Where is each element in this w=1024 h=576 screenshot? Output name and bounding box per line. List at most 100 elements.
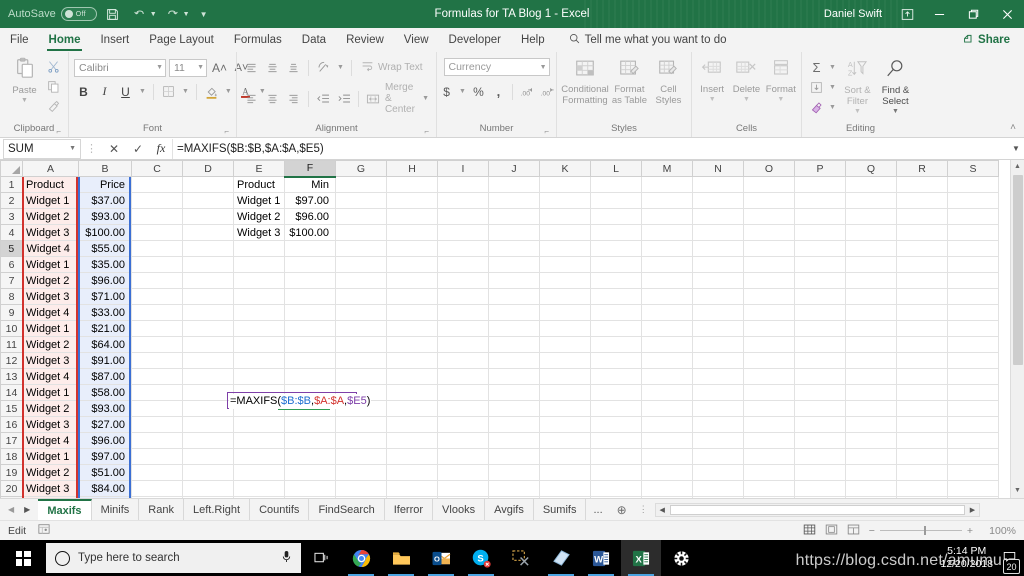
- cell-S11[interactable]: [947, 336, 999, 353]
- sheet-tab-sumifs[interactable]: Sumifs: [534, 499, 587, 520]
- cell-E8[interactable]: [233, 288, 285, 305]
- cell-F16[interactable]: [284, 416, 336, 433]
- cell-R17[interactable]: [896, 432, 948, 449]
- cell-S21[interactable]: [947, 496, 999, 498]
- cell-O15[interactable]: [743, 400, 795, 417]
- previous-sheet-icon[interactable]: ◀: [8, 505, 14, 514]
- cell-O2[interactable]: [743, 192, 795, 209]
- cell-C9[interactable]: [131, 304, 183, 321]
- cell-M15[interactable]: [641, 400, 693, 417]
- row-header-16[interactable]: 16: [0, 416, 23, 433]
- cell-N21[interactable]: [692, 496, 744, 498]
- cell-J2[interactable]: [488, 192, 540, 209]
- cell-P6[interactable]: [794, 256, 846, 273]
- row-header-21[interactable]: 21: [0, 496, 23, 498]
- sort-filter-button[interactable]: AZ Sort & Filter ▼: [839, 56, 876, 116]
- row-header-6[interactable]: 6: [0, 256, 23, 273]
- cell-F11[interactable]: [284, 336, 336, 353]
- cell-B1[interactable]: Price: [78, 176, 132, 193]
- column-header-b[interactable]: B: [78, 160, 132, 177]
- taskbar-clock[interactable]: 5:14 PM 12/20/2018: [940, 545, 1003, 571]
- cell-C1[interactable]: [131, 176, 183, 193]
- cell-H12[interactable]: [386, 352, 438, 369]
- cell-I12[interactable]: [437, 352, 489, 369]
- column-header-e[interactable]: E: [233, 160, 285, 177]
- number-dialog-launcher-icon[interactable]: ⌐: [544, 127, 549, 136]
- tab-split-handle[interactable]: ⋮: [634, 499, 653, 520]
- column-header-r[interactable]: R: [896, 160, 948, 177]
- cell-M14[interactable]: [641, 384, 693, 401]
- cell-J14[interactable]: [488, 384, 540, 401]
- cell-P1[interactable]: [794, 176, 846, 193]
- cell-K11[interactable]: [539, 336, 591, 353]
- cell-E2[interactable]: Widget 1: [233, 192, 285, 209]
- sheet-tab-avgifs[interactable]: Avgifs: [485, 499, 534, 520]
- cell-A10[interactable]: Widget 1: [22, 320, 79, 337]
- cell-Q6[interactable]: [845, 256, 897, 273]
- cell-M1[interactable]: [641, 176, 693, 193]
- cell-M18[interactable]: [641, 448, 693, 465]
- zoom-slider[interactable]: − +: [869, 525, 973, 537]
- cell-N19[interactable]: [692, 464, 744, 481]
- name-box[interactable]: SUM ▼: [3, 138, 81, 159]
- cell-Q10[interactable]: [845, 320, 897, 337]
- cell-J11[interactable]: [488, 336, 540, 353]
- cell-L1[interactable]: [590, 176, 642, 193]
- cell-N12[interactable]: [692, 352, 744, 369]
- cell-R9[interactable]: [896, 304, 948, 321]
- cell-K15[interactable]: [539, 400, 591, 417]
- cell-B10[interactable]: $21.00: [78, 320, 132, 337]
- chrome-icon[interactable]: [341, 540, 381, 576]
- orientation-dropdown-icon[interactable]: ▼: [335, 64, 346, 71]
- autosave-toggle[interactable]: AutoSave Off: [8, 7, 97, 21]
- cell-R16[interactable]: [896, 416, 948, 433]
- cell-J3[interactable]: [488, 208, 540, 225]
- cell-O4[interactable]: [743, 224, 795, 241]
- column-header-k[interactable]: K: [539, 160, 591, 177]
- cell-G6[interactable]: [335, 256, 387, 273]
- cell-H18[interactable]: [386, 448, 438, 465]
- cell-D18[interactable]: [182, 448, 234, 465]
- increase-indent-icon[interactable]: [334, 89, 353, 108]
- cell-A14[interactable]: Widget 1: [22, 384, 79, 401]
- cell-B19[interactable]: $51.00: [78, 464, 132, 481]
- cell-R14[interactable]: [896, 384, 948, 401]
- cell-I14[interactable]: [437, 384, 489, 401]
- increase-decimal-icon[interactable]: .00: [517, 82, 536, 101]
- cell-B4[interactable]: $100.00: [78, 224, 132, 241]
- cell-R4[interactable]: [896, 224, 948, 241]
- cell-L9[interactable]: [590, 304, 642, 321]
- cell-R12[interactable]: [896, 352, 948, 369]
- cell-L15[interactable]: [590, 400, 642, 417]
- cell-edit-formula[interactable]: =MAXIFS($B:$B,$A:$A,$E5): [229, 394, 372, 409]
- ribbon-tab-view[interactable]: View: [394, 28, 439, 52]
- cell-G1[interactable]: [335, 176, 387, 193]
- cell-N10[interactable]: [692, 320, 744, 337]
- cell-O8[interactable]: [743, 288, 795, 305]
- cell-L4[interactable]: [590, 224, 642, 241]
- cell-K19[interactable]: [539, 464, 591, 481]
- cell-R19[interactable]: [896, 464, 948, 481]
- cell-L5[interactable]: [590, 240, 642, 257]
- cell-R6[interactable]: [896, 256, 948, 273]
- tell-me-search[interactable]: Tell me what you want to do: [555, 28, 727, 52]
- cell-L20[interactable]: [590, 480, 642, 497]
- cell-J12[interactable]: [488, 352, 540, 369]
- cell-M16[interactable]: [641, 416, 693, 433]
- cell-N8[interactable]: [692, 288, 744, 305]
- cell-F18[interactable]: [284, 448, 336, 465]
- align-left-icon[interactable]: [242, 89, 261, 108]
- cell-K18[interactable]: [539, 448, 591, 465]
- cell-P19[interactable]: [794, 464, 846, 481]
- comma-style-icon[interactable]: ,: [489, 82, 508, 101]
- cell-Q19[interactable]: [845, 464, 897, 481]
- cell-C13[interactable]: [131, 368, 183, 385]
- cell-K5[interactable]: [539, 240, 591, 257]
- cell-L18[interactable]: [590, 448, 642, 465]
- cell-Q14[interactable]: [845, 384, 897, 401]
- cell-Q17[interactable]: [845, 432, 897, 449]
- cell-I7[interactable]: [437, 272, 489, 289]
- underline-dropdown-icon[interactable]: ▼: [137, 88, 148, 95]
- cell-R10[interactable]: [896, 320, 948, 337]
- cell-I13[interactable]: [437, 368, 489, 385]
